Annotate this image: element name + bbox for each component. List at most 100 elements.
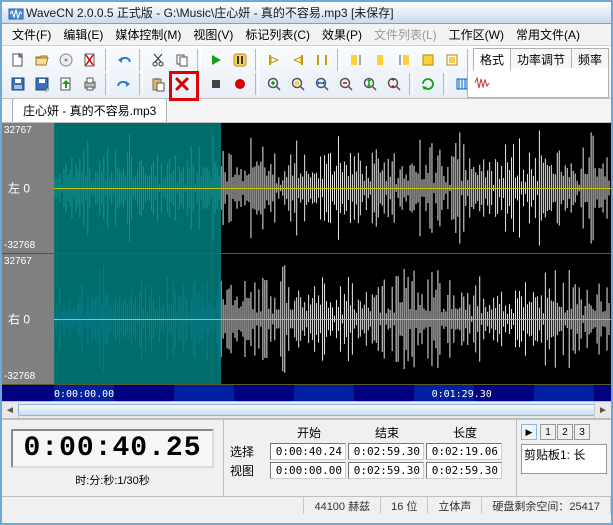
menu-effects[interactable]: 效果(P) bbox=[316, 24, 368, 45]
menu-media[interactable]: 媒体控制(M) bbox=[109, 24, 187, 45]
axis-max-2: 32767 bbox=[4, 256, 32, 267]
zoom-in-icon[interactable] bbox=[263, 73, 285, 95]
separator bbox=[139, 49, 143, 71]
zoom-out-icon[interactable] bbox=[335, 73, 357, 95]
annotation-arrow bbox=[2, 514, 613, 525]
axis-max: 32767 bbox=[4, 125, 32, 136]
app-window: WaveCN 2.0.0.5 正式版 - G:\Music\庄心妍 - 真的不容… bbox=[0, 0, 613, 525]
separator bbox=[105, 49, 109, 71]
waveform-area[interactable]: 32767 左 0 -32768 32767 右 0 -32768 bbox=[2, 123, 611, 401]
menu-view[interactable]: 视图(V) bbox=[187, 24, 239, 45]
mark-end-icon[interactable] bbox=[287, 49, 309, 71]
play-icon[interactable] bbox=[205, 49, 227, 71]
view-end[interactable]: 0:02:59.30 bbox=[348, 462, 424, 479]
axis-min-2: -32768 bbox=[4, 371, 35, 382]
selection-info-box: 开始 结束 长度 选择 0:00:40.24 0:02:59.30 0:02:1… bbox=[224, 420, 516, 496]
scroll-thumb[interactable] bbox=[18, 404, 595, 416]
scroll-left-arrow-icon[interactable]: ◄ bbox=[2, 402, 19, 418]
channel-label-left: 左 bbox=[8, 182, 20, 196]
mark-start-icon[interactable] bbox=[263, 49, 285, 71]
separator bbox=[443, 73, 447, 95]
paste-icon[interactable] bbox=[147, 73, 169, 95]
sel-start[interactable]: 0:00:40.24 bbox=[270, 443, 346, 460]
sel-all-icon[interactable] bbox=[417, 49, 439, 71]
open-icon[interactable] bbox=[31, 49, 53, 71]
time-format-label: 时:分:秒:1/30秒 bbox=[75, 472, 150, 488]
h-scrollbar[interactable]: ◄ ► bbox=[2, 401, 611, 419]
view-start[interactable]: 0:00:00.00 bbox=[270, 462, 346, 479]
menu-markers[interactable]: 标记列表(C) bbox=[239, 24, 316, 45]
new-icon[interactable] bbox=[7, 49, 29, 71]
time-display: 0:00:40.25 bbox=[11, 429, 213, 468]
menu-common[interactable]: 常用文件(A) bbox=[510, 24, 586, 45]
clipboard-panel: ▶ 1 2 3 剪贴板1: 长 bbox=[516, 420, 611, 496]
row-label-sel: 选择 bbox=[230, 443, 270, 460]
separator bbox=[409, 73, 413, 95]
ruler-start: 0:00:00.00 bbox=[54, 389, 114, 400]
col-start: 开始 bbox=[270, 424, 348, 441]
pause-icon[interactable] bbox=[229, 49, 251, 71]
separator bbox=[197, 73, 201, 95]
separator bbox=[255, 49, 259, 71]
mark-both-icon[interactable] bbox=[311, 49, 333, 71]
wave-canvas-right[interactable] bbox=[54, 254, 611, 384]
sel-mid-icon[interactable] bbox=[369, 49, 391, 71]
sel-len[interactable]: 0:02:19.06 bbox=[426, 443, 502, 460]
status-hz: 44100 赫兹 bbox=[304, 497, 381, 514]
status-bit: 16 位 bbox=[381, 497, 428, 514]
axis-right: 32767 右 0 -32768 bbox=[2, 254, 55, 384]
axis-min: -32768 bbox=[4, 240, 35, 251]
ruler-mid: 0:01:29.30 bbox=[432, 389, 492, 400]
scroll-right-arrow-icon[interactable]: ► bbox=[594, 402, 611, 418]
side-tab-format[interactable]: 格式 bbox=[473, 48, 511, 71]
refresh-icon[interactable] bbox=[417, 73, 439, 95]
clip-slot-2[interactable]: 2 bbox=[557, 424, 573, 440]
zoom-v-in-icon[interactable] bbox=[359, 73, 381, 95]
redo-icon[interactable] bbox=[113, 73, 135, 95]
menu-filelist[interactable]: 文件列表(L) bbox=[368, 24, 443, 45]
clipboard-slot-buttons: ▶ 1 2 3 bbox=[521, 424, 607, 440]
menu-workspace[interactable]: 工作区(W) bbox=[443, 24, 510, 45]
close-file-icon[interactable] bbox=[79, 49, 101, 71]
zoom-sel-icon[interactable] bbox=[287, 73, 309, 95]
waveform-right-channel[interactable]: 32767 右 0 -32768 bbox=[2, 254, 611, 385]
waveform-left-channel[interactable]: 32767 左 0 -32768 bbox=[2, 123, 611, 254]
cd-icon[interactable] bbox=[55, 49, 77, 71]
sel-punch-icon[interactable] bbox=[441, 49, 463, 71]
save-icon[interactable] bbox=[7, 73, 29, 95]
zoom-v-out-icon[interactable] bbox=[383, 73, 405, 95]
menu-file[interactable]: 文件(F) bbox=[6, 24, 57, 45]
clipboard-play-icon[interactable]: ▶ bbox=[521, 424, 537, 440]
file-tab-strip: 庄心妍 - 真的不容易.mp3 bbox=[2, 99, 611, 123]
copy-icon[interactable] bbox=[171, 49, 193, 71]
clip-slot-3[interactable]: 3 bbox=[574, 424, 590, 440]
clip-slot-1[interactable]: 1 bbox=[540, 424, 556, 440]
status-bar: 44100 赫兹 16 位 立体声 硬盘剩余空间：25417 bbox=[2, 496, 611, 514]
saveas-icon[interactable] bbox=[31, 73, 53, 95]
midline bbox=[54, 319, 611, 320]
delete-icon[interactable] bbox=[171, 73, 193, 95]
record-icon[interactable] bbox=[229, 73, 251, 95]
stop-icon[interactable] bbox=[205, 73, 227, 95]
zoom-full-icon[interactable] bbox=[311, 73, 333, 95]
print-icon[interactable] bbox=[79, 73, 101, 95]
status-stereo: 立体声 bbox=[428, 497, 482, 514]
undo-icon[interactable] bbox=[113, 49, 135, 71]
col-end: 结束 bbox=[348, 424, 426, 441]
window-title: WaveCN 2.0.0.5 正式版 - G:\Music\庄心妍 - 真的不容… bbox=[26, 4, 394, 21]
separator bbox=[105, 73, 109, 95]
info-header: 开始 结束 长度 bbox=[230, 424, 510, 441]
status-disk: 硬盘剩余空间：25417 bbox=[482, 497, 611, 514]
col-len: 长度 bbox=[426, 424, 504, 441]
cut-icon[interactable] bbox=[147, 49, 169, 71]
sel-left-icon[interactable] bbox=[345, 49, 367, 71]
sel-right-icon[interactable] bbox=[393, 49, 415, 71]
menu-edit[interactable]: 编辑(E) bbox=[57, 24, 109, 45]
time-ruler[interactable]: 0:00:00.00 0:01:29.30 bbox=[2, 385, 611, 401]
export-icon[interactable] bbox=[55, 73, 77, 95]
sel-end[interactable]: 0:02:59.30 bbox=[348, 443, 424, 460]
view-len[interactable]: 0:02:59.30 bbox=[426, 462, 502, 479]
wave-canvas-left[interactable] bbox=[54, 123, 611, 253]
separator bbox=[197, 49, 201, 71]
file-tab[interactable]: 庄心妍 - 真的不容易.mp3 bbox=[12, 98, 167, 122]
